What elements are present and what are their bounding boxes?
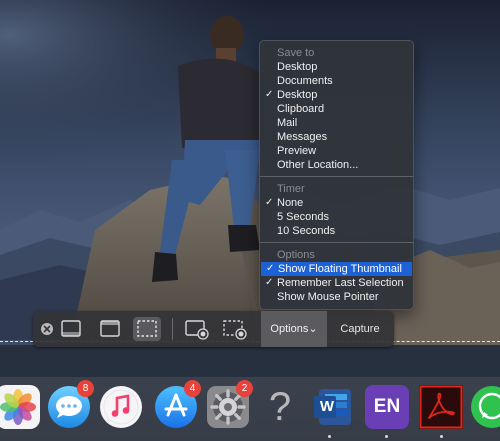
menu-item-desktop[interactable]: Desktop [260,60,413,74]
close-circle-icon[interactable] [40,322,54,336]
screenshot-toolbar: Options⌄ Capture [33,311,394,347]
menu-header-save-to: Save to [277,47,315,59]
desktop-wallpaper-photo [0,0,500,441]
notification-badge: 4 [184,380,201,397]
menu-item-documents[interactable]: Documents [260,74,413,88]
toolbar-separator [172,318,173,340]
photos-icon[interactable] [0,385,40,429]
record-screen-icon[interactable] [183,317,211,341]
checkmark-icon: ✓ [265,89,274,100]
menu-item-desktop-checked[interactable]: ✓ Desktop [260,88,413,102]
capture-button[interactable]: Capture [329,311,391,347]
checkmark-icon: ✓ [265,277,274,288]
entire-screen-icon[interactable] [57,317,85,341]
running-indicator [328,435,331,438]
options-button[interactable]: Options⌄ [261,311,327,347]
notification-badge: 2 [236,380,253,397]
options-menu: Save to Desktop Documents ✓ Desktop Clipb… [259,40,414,310]
menu-item-messages[interactable]: Messages [260,130,413,144]
checkmark-icon: ✓ [265,197,274,208]
menu-separator [260,176,413,177]
app-store-icon[interactable]: 4 [154,380,201,429]
menu-separator [260,242,413,243]
running-indicator [440,435,443,438]
menu-item-mail[interactable]: Mail [260,116,413,130]
messages-icon[interactable]: 8 [47,380,94,429]
menu-item-preview[interactable]: Preview [260,144,413,158]
window-icon[interactable] [96,317,124,341]
menu-item-timer-none[interactable]: ✓ None [260,196,413,210]
chevron-down-icon: ⌄ [308,323,318,335]
menu-header-timer: Timer [277,183,305,195]
menu-header-options: Options [277,249,315,261]
running-indicator [385,435,388,438]
dashed-selection-icon[interactable] [133,317,161,341]
system-preferences-icon[interactable]: 2 [206,380,253,429]
acrobat-icon[interactable] [419,385,463,429]
menu-item-show-floating-thumbnail[interactable]: ✓ Show Floating Thumbnail [261,262,412,276]
menu-item-other-location[interactable]: Other Location... [260,158,413,172]
checkmark-icon: ✓ [266,263,275,274]
menu-item-clipboard[interactable]: Clipboard [260,102,413,116]
menu-item-timer-10-seconds[interactable]: 10 Seconds [260,224,413,238]
notification-badge: 8 [77,380,94,397]
dock: 8 4 2 ? W EN [0,377,500,441]
word-icon[interactable]: W [311,385,355,429]
question-icon[interactable]: ? [258,385,302,429]
menu-item-show-mouse-pointer[interactable]: Show Mouse Pointer [260,290,413,304]
music-icon[interactable] [99,385,143,429]
menu-item-timer-5-seconds[interactable]: 5 Seconds [260,210,413,224]
en-app-icon[interactable]: EN [365,385,409,429]
record-selection-icon[interactable] [221,317,249,341]
menu-item-remember-last-selection[interactable]: ✓ Remember Last Selection [260,276,413,290]
whatsapp-icon[interactable] [470,385,500,429]
